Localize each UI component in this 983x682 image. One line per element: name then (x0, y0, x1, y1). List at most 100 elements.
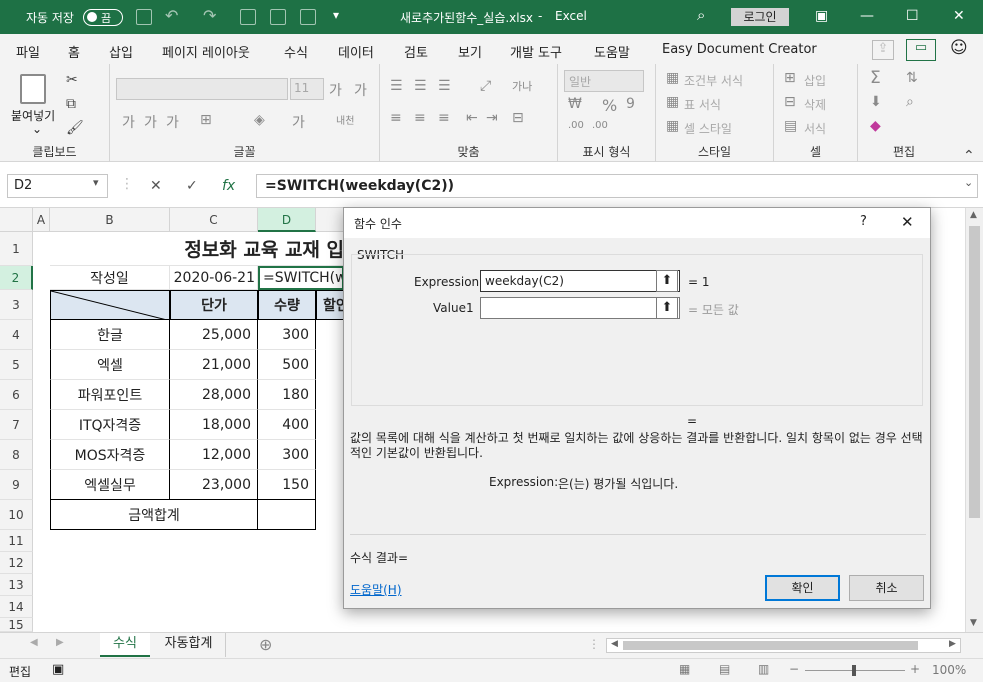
row-header-10[interactable]: 10 (0, 500, 33, 530)
item-price[interactable]: 18,000 (170, 410, 258, 440)
item-price[interactable]: 25,000 (170, 320, 258, 350)
dialog-help-icon[interactable]: ? (860, 214, 867, 229)
column-header-d[interactable]: D (258, 208, 316, 232)
insert-cells-button[interactable]: 삽입 (804, 72, 826, 89)
cut-icon[interactable]: ✂ (66, 72, 78, 88)
font-name-dropdown[interactable] (116, 78, 288, 100)
column-header-b[interactable]: B (50, 208, 170, 232)
item-name[interactable]: 엑셀 (50, 350, 170, 380)
column-header-a[interactable]: A (33, 208, 50, 232)
tab-insert[interactable]: 삽입 (109, 42, 133, 61)
scroll-down-icon[interactable]: ▼ (970, 618, 977, 628)
maximize-icon[interactable]: ☐ (906, 8, 919, 24)
item-qty[interactable]: 300 (258, 320, 316, 350)
active-cell-d2[interactable]: =SWITCH(w (258, 266, 344, 290)
format-cells-icon[interactable]: ▤ (784, 118, 797, 134)
zoom-in-icon[interactable]: + (910, 662, 920, 676)
zoom-level[interactable]: 100% (932, 663, 966, 677)
row-header-8[interactable]: 8 (0, 440, 33, 470)
redo-icon[interactable]: ↷ (203, 6, 216, 25)
align-center-icon[interactable]: ≡ (414, 110, 426, 126)
fill-color-icon[interactable]: ◈ (254, 112, 265, 128)
select-all-corner[interactable] (0, 208, 33, 232)
row-header-1[interactable]: 1 (0, 232, 33, 266)
item-price[interactable]: 12,000 (170, 440, 258, 470)
decrease-font-icon[interactable]: 가 (354, 80, 367, 100)
conditional-format-icon[interactable]: ▦ (666, 70, 679, 86)
item-name[interactable]: 엑셀실무 (50, 470, 170, 500)
item-name[interactable]: 파워포인트 (50, 380, 170, 410)
row-header-6[interactable]: 6 (0, 380, 33, 410)
increase-indent-icon[interactable]: ⇥ (486, 110, 498, 126)
sheet-tab-autosum[interactable]: 자동합계 (152, 633, 226, 657)
scroll-right-icon[interactable]: ▶ (949, 639, 956, 649)
enter-icon[interactable]: ✓ (186, 178, 198, 194)
cancel-button[interactable]: 취소 (849, 575, 924, 601)
zoom-out-icon[interactable]: − (789, 662, 799, 676)
close-icon[interactable]: ✕ (953, 8, 965, 24)
scroll-up-icon[interactable]: ▲ (970, 210, 977, 220)
header-qty[interactable]: 수량 (258, 290, 316, 320)
decrease-indent-icon[interactable]: ⇤ (466, 110, 478, 126)
item-qty[interactable]: 400 (258, 410, 316, 440)
clear-icon[interactable]: ◆ (870, 118, 881, 134)
wrap-text-icon[interactable]: 가나 (512, 78, 532, 94)
item-qty[interactable]: 150 (258, 470, 316, 500)
item-name[interactable]: MOS자격증 (50, 440, 170, 470)
smiley-icon[interactable]: ☺ (950, 38, 968, 58)
vertical-scrollbar[interactable]: ▲ ▼ (965, 208, 983, 632)
orientation-icon[interactable]: ⤢ (480, 78, 491, 94)
row-header-4[interactable]: 4 (0, 320, 33, 350)
insert-cells-icon[interactable]: ⊞ (784, 70, 796, 86)
tab-formulas[interactable]: 수식 (284, 42, 308, 61)
save-icon[interactable] (136, 9, 152, 25)
cell-style-button[interactable]: 셀 스타일 (684, 120, 732, 137)
next-sheet-icon[interactable]: ▶ (56, 637, 64, 648)
sheet-title[interactable]: 정보화 교육 교재 입 (50, 232, 344, 266)
format-painter-icon[interactable]: 🖌 (66, 120, 84, 136)
align-middle-icon[interactable]: ☰ (414, 78, 427, 94)
increase-font-icon[interactable]: 가 (329, 80, 342, 100)
copy-icon[interactable]: ⧉ (66, 96, 76, 112)
row-header-3[interactable]: 3 (0, 290, 33, 320)
column-header-c[interactable]: C (170, 208, 258, 232)
delete-cells-button[interactable]: 삭제 (804, 96, 826, 113)
page-break-view-icon[interactable]: ▥ (758, 662, 769, 676)
merge-icon[interactable]: ⊟ (512, 110, 524, 126)
paste-dropdown-icon[interactable]: ⌄ (32, 122, 42, 136)
row-header-9[interactable]: 9 (0, 470, 33, 500)
number-format-dropdown[interactable]: 일반 (564, 70, 644, 92)
undo-icon[interactable]: ↶ (165, 6, 178, 25)
total-label-cell[interactable]: 금액합계 (50, 500, 258, 530)
name-box-dropdown-icon[interactable]: ▾ (93, 176, 99, 189)
increase-decimal-icon[interactable]: .00 (568, 120, 584, 131)
add-sheet-icon[interactable]: ⊕ (259, 635, 272, 654)
date-label-cell[interactable]: 작성일 (50, 266, 170, 290)
align-right-icon[interactable]: ≡ (438, 110, 450, 126)
formula-input[interactable]: =SWITCH(weekday(C2)) (256, 174, 978, 198)
header-price[interactable]: 단가 (170, 290, 258, 320)
expression-input[interactable]: weekday(C2) (480, 270, 680, 292)
phonetic-icon[interactable]: 내천 (336, 112, 354, 127)
total-value-cell[interactable] (258, 500, 316, 530)
customize-qa-icon[interactable]: ▾ (333, 8, 339, 22)
insert-function-icon[interactable]: fx (222, 178, 235, 194)
macro-record-icon[interactable]: ▣ (52, 662, 64, 677)
delete-cells-icon[interactable]: ⊟ (784, 94, 796, 110)
sort-filter-icon[interactable]: ⇅ (906, 70, 918, 86)
tab-file[interactable]: 파일 (16, 42, 40, 61)
item-price[interactable]: 28,000 (170, 380, 258, 410)
tab-review[interactable]: 검토 (404, 42, 428, 61)
date-value-cell[interactable]: 2020-06-21 (170, 266, 258, 290)
tab-data[interactable]: 데이터 (338, 42, 374, 61)
expand-formula-icon[interactable]: ⌄ (964, 176, 973, 189)
login-button[interactable]: 로그인 (731, 8, 789, 26)
tab-help[interactable]: 도움말 (594, 42, 630, 61)
h-scroll-thumb[interactable] (623, 641, 918, 650)
sort-icon[interactable] (300, 9, 316, 25)
new-file-icon[interactable] (240, 9, 256, 25)
share-icon[interactable]: ⇪ (872, 40, 894, 60)
font-color-icon[interactable]: 가 (292, 112, 305, 132)
item-qty[interactable]: 180 (258, 380, 316, 410)
item-qty[interactable]: 300 (258, 440, 316, 470)
